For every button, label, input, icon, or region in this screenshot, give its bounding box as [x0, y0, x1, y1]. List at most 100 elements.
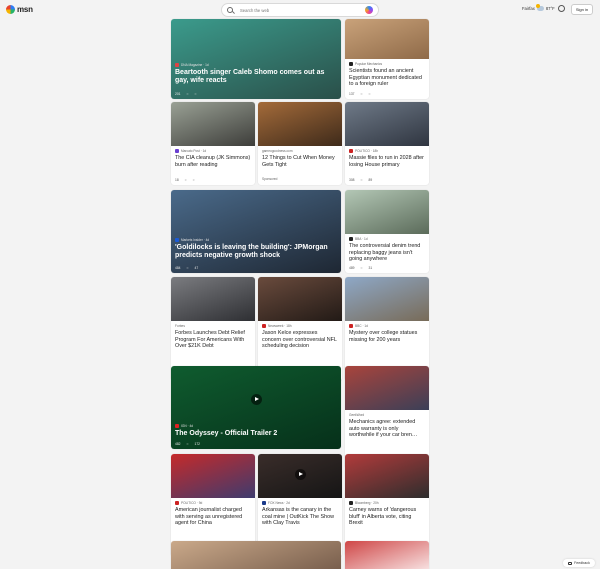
- gear-icon[interactable]: [558, 5, 565, 12]
- source-logo-icon: [175, 149, 179, 153]
- comment-count[interactable]: 172: [195, 442, 201, 446]
- search-icon[interactable]: [227, 7, 233, 13]
- source-logo-icon: [349, 501, 353, 505]
- comment-icon[interactable]: ○: [361, 178, 363, 182]
- card-title[interactable]: Jason Kelce expresses concern over contr…: [262, 330, 338, 350]
- card-title[interactable]: The controversial denim trend replacing …: [349, 243, 425, 263]
- news-card[interactable]: Markets Insider · 4d 'Goldilocks is leav…: [171, 190, 341, 273]
- card-image: [345, 277, 429, 321]
- card-title[interactable]: Beartooth singer Caleb Shomo comes out a…: [175, 69, 337, 85]
- comments-link[interactable]: ○: [193, 178, 195, 182]
- news-card[interactable]: Popular Mechanics Scientists found an an…: [345, 19, 429, 99]
- play-icon[interactable]: [295, 469, 306, 480]
- card-meta: 201 ○ ○: [175, 92, 197, 96]
- card-image: [258, 102, 342, 146]
- card-title[interactable]: Massie files to run in 2028 after losing…: [349, 155, 425, 168]
- weather-widget[interactable]: Fairfax 87°F: [522, 4, 555, 11]
- like-count[interactable]: 482: [175, 442, 181, 446]
- like-count[interactable]: 18: [175, 178, 179, 182]
- comment-count[interactable]: 31: [369, 266, 373, 270]
- feedback-icon: [568, 561, 573, 565]
- news-card[interactable]: [345, 541, 429, 569]
- card-source: FOX News · 2d: [268, 501, 290, 505]
- source-logo-icon: [175, 501, 179, 505]
- card-image: [345, 541, 429, 569]
- news-card[interactable]: gameogoodness.com 12 Things to Cut When …: [258, 102, 342, 185]
- comments-link[interactable]: ○: [369, 92, 371, 96]
- source-logo-icon: [175, 238, 179, 242]
- card-source: Bloomberg · 20h: [355, 501, 379, 505]
- comments-link[interactable]: ○: [195, 92, 197, 96]
- sign-in-button[interactable]: Sign in: [571, 4, 593, 15]
- card-image: [171, 277, 255, 321]
- card-title[interactable]: Scientists found an ancient Egyptian mon…: [349, 68, 425, 88]
- news-card[interactable]: POLITICO · 18h Massie files to run in 20…: [345, 102, 429, 185]
- source-logo-icon: [262, 501, 266, 505]
- search-box: [221, 3, 379, 17]
- comment-count[interactable]: 89: [369, 178, 373, 182]
- comment-icon[interactable]: ○: [185, 178, 187, 182]
- comment-icon[interactable]: ○: [187, 92, 189, 96]
- card-meta: 482 ○ 172: [175, 442, 200, 446]
- card-meta: 484 ○ 47: [175, 266, 198, 270]
- card-title[interactable]: The CIA cleanup (JK Simmons) burn after …: [175, 155, 251, 168]
- card-image: [258, 277, 342, 321]
- card-title[interactable]: 'Goldilocks is leaving the building': JP…: [175, 244, 337, 260]
- news-card[interactable]: IGN · 4d The Odyssey - Official Trailer …: [171, 366, 341, 449]
- msn-logo-icon: [6, 5, 15, 14]
- comment-count[interactable]: 47: [195, 266, 199, 270]
- comment-icon[interactable]: ○: [187, 442, 189, 446]
- source-logo-icon: [175, 63, 179, 67]
- source-logo-icon: [349, 149, 353, 153]
- top-bar: msn Fairfax 87°F Sign in: [0, 0, 600, 19]
- msn-logo[interactable]: msn: [6, 5, 33, 14]
- feedback-button[interactable]: Feedback: [563, 559, 595, 567]
- news-card[interactable]: BBA · 1d The controversial denim trend r…: [345, 190, 429, 273]
- card-source: Forbes: [175, 324, 185, 328]
- card-title[interactable]: The Odyssey - Official Trailer 2: [175, 430, 337, 438]
- card-image: [345, 366, 429, 410]
- card-title[interactable]: 12 Things to Cut When Money Gets Tight: [262, 155, 338, 168]
- copilot-icon[interactable]: [365, 6, 373, 14]
- card-meta: 137 ○ ○: [349, 92, 371, 96]
- card-image: [345, 19, 429, 59]
- card-source: Popular Mechanics: [355, 62, 383, 66]
- source-logo-icon: [349, 237, 353, 241]
- card-source: Markets Insider · 4d: [181, 238, 210, 242]
- card-title[interactable]: Arkansas is the canary in the coal mine …: [262, 507, 338, 527]
- card-image: [345, 102, 429, 146]
- card-title[interactable]: Forbes Launches Debt Relief Program For …: [175, 330, 251, 350]
- card-source: BBC · 1d: [355, 324, 368, 328]
- news-card[interactable]: Marcato Post · 1d The CIA cleanup (JK Si…: [171, 102, 255, 185]
- news-card[interactable]: [171, 541, 341, 569]
- like-count[interactable]: 489: [349, 266, 355, 270]
- card-source: POLITICO · 18h: [355, 149, 379, 153]
- card-title[interactable]: Mechanics agree: extended auto warranty …: [349, 419, 425, 439]
- like-count[interactable]: 137: [349, 92, 355, 96]
- news-card[interactable]: DNA Magazine · 1d Beartooth singer Caleb…: [171, 19, 341, 99]
- card-title[interactable]: Mystery over college statues missing for…: [349, 330, 425, 343]
- like-count[interactable]: 484: [175, 266, 181, 270]
- card-image: [171, 190, 341, 273]
- card-source: gameogoodness.com: [262, 149, 293, 153]
- card-image: [345, 190, 429, 234]
- card-source: DNA Magazine · 1d: [181, 63, 209, 67]
- card-title[interactable]: Carney warns of 'dangerous bluff' in Alb…: [349, 507, 425, 527]
- search-input[interactable]: [240, 7, 365, 13]
- card-image: [345, 454, 429, 498]
- partly-cloudy-icon: [535, 4, 544, 11]
- like-count[interactable]: 308: [349, 178, 355, 182]
- card-meta: 18 ○ ○: [175, 178, 195, 182]
- play-icon[interactable]: [251, 394, 262, 405]
- like-count[interactable]: 201: [175, 92, 181, 96]
- card-image: [171, 19, 341, 99]
- comment-icon[interactable]: ○: [361, 266, 363, 270]
- comment-icon[interactable]: ○: [187, 266, 189, 270]
- comment-icon[interactable]: ○: [361, 92, 363, 96]
- card-image: [171, 102, 255, 146]
- source-logo-icon: [349, 324, 353, 328]
- card-title[interactable]: American journalist charged with serving…: [175, 507, 251, 527]
- card-source: BBA · 1d: [355, 237, 368, 241]
- card-meta: 308 ○ 89: [349, 178, 372, 182]
- card-image: [171, 454, 255, 498]
